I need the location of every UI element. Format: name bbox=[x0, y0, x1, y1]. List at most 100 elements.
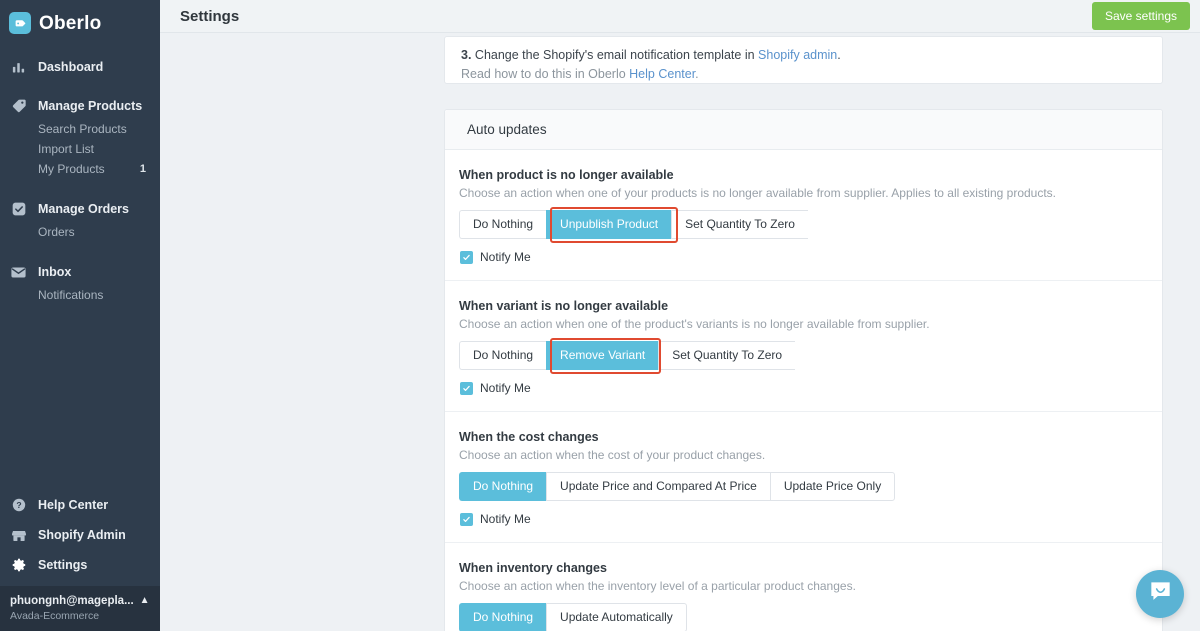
nav-group-manage-orders: Manage Orders Orders bbox=[0, 196, 160, 242]
sidebar-item-label: Dashboard bbox=[38, 60, 104, 74]
nav-group-inbox: Inbox Notifications bbox=[0, 259, 160, 305]
notify-me-checkbox[interactable] bbox=[460, 512, 473, 526]
nav-group-dashboard: Dashboard bbox=[0, 54, 160, 80]
sidebar-item-my-products[interactable]: My Products 1 bbox=[0, 159, 160, 179]
auto-updates-title: Auto updates bbox=[467, 122, 547, 137]
segmented-control: Do Nothing Remove Variant Set Quantity T… bbox=[459, 338, 796, 374]
sidebar-item-label: Manage Orders bbox=[38, 202, 130, 216]
sidebar-bottom-nav: ? Help Center Shopify Admin Settings bbox=[0, 490, 160, 586]
gear-icon bbox=[9, 556, 28, 575]
user-email: phuongnh@magepla... bbox=[10, 594, 134, 607]
segmented-control: Do Nothing Update Automatically bbox=[459, 603, 687, 631]
auto-updates-card: Auto updates When product is no longer a… bbox=[444, 109, 1163, 631]
segmented-control: Do Nothing Update Price and Compared At … bbox=[459, 472, 896, 501]
email-notification-card: 3. Change the Shopify's email notificati… bbox=[444, 36, 1163, 84]
setting-description: Choose an action when one of your produc… bbox=[459, 186, 1057, 200]
user-account-box[interactable]: phuongnh@magepla... ▲ Avada-Ecommerce bbox=[0, 586, 160, 631]
sidebar-item-import-list[interactable]: Import List bbox=[0, 139, 160, 159]
main-area: Settings Save settings 3. Change the Sho… bbox=[160, 0, 1200, 631]
sidebar-item-shopify-admin[interactable]: Shopify Admin bbox=[0, 520, 160, 550]
tag-icon bbox=[9, 97, 28, 116]
setting-title: When inventory changes bbox=[459, 561, 607, 575]
brand-name: Oberlo bbox=[39, 12, 102, 34]
sidebar-nav: Dashboard Manage Products Search Product… bbox=[0, 54, 160, 490]
segment-option[interactable]: Update Price and Compared At Price bbox=[546, 472, 770, 501]
segment-option[interactable]: Set Quantity To Zero bbox=[671, 210, 808, 239]
app-root: Oberlo Dashboard Manage Products Search … bbox=[0, 0, 1200, 631]
segment-option[interactable]: Do Nothing bbox=[459, 210, 547, 239]
top-bar: Settings Save settings bbox=[160, 0, 1200, 33]
email-line1-after: . bbox=[837, 48, 841, 62]
check-square-icon bbox=[9, 200, 28, 219]
notify-me-row[interactable]: Notify Me bbox=[460, 250, 1140, 264]
segment-option[interactable]: Remove Variant bbox=[546, 341, 659, 370]
chat-bubble-icon bbox=[1148, 579, 1173, 609]
sidebar-item-dashboard[interactable]: Dashboard bbox=[0, 54, 160, 80]
email-help-line: Read how to do this in Oberlo Help Cente… bbox=[461, 65, 1146, 84]
segment-option[interactable]: Update Automatically bbox=[546, 603, 687, 631]
oberlo-tag-icon bbox=[9, 12, 31, 34]
sidebar-item-search-products[interactable]: Search Products bbox=[0, 119, 160, 139]
help-center-link[interactable]: Help Center bbox=[629, 67, 695, 81]
setting-variant-unavailable: When variant is no longer available Choo… bbox=[445, 281, 1162, 412]
segment-option[interactable]: Update Price Only bbox=[769, 472, 896, 501]
bar-chart-icon bbox=[9, 58, 28, 77]
setting-description: Choose an action when the inventory leve… bbox=[459, 579, 856, 593]
notify-me-label: Notify Me bbox=[480, 512, 531, 526]
setting-description: Choose an action when one of the product… bbox=[459, 317, 930, 331]
notify-me-row[interactable]: Notify Me bbox=[460, 512, 1140, 526]
setting-title: When variant is no longer available bbox=[459, 299, 669, 313]
email-line1-before: Change the Shopify's email notification … bbox=[471, 48, 759, 62]
sidebar-item-help-center[interactable]: ? Help Center bbox=[0, 490, 160, 520]
sidebar-subitem-label: Search Products bbox=[38, 122, 127, 136]
setting-product-unavailable: When product is no longer available Choo… bbox=[445, 150, 1162, 281]
question-circle-icon: ? bbox=[9, 496, 28, 515]
notify-me-label: Notify Me bbox=[480, 250, 531, 264]
envelope-icon bbox=[9, 263, 28, 282]
notify-me-label: Notify Me bbox=[480, 381, 531, 395]
segment-option[interactable]: Set Quantity To Zero bbox=[658, 341, 796, 370]
segment-option[interactable]: Unpublish Product bbox=[546, 210, 672, 239]
sidebar-subitem-label: Orders bbox=[38, 225, 75, 239]
sidebar-item-inbox[interactable]: Inbox bbox=[0, 259, 160, 285]
sidebar-item-settings[interactable]: Settings bbox=[0, 550, 160, 580]
chevron-up-icon[interactable]: ▲ bbox=[140, 595, 150, 606]
sidebar-item-label: Help Center bbox=[38, 498, 109, 512]
sidebar-item-manage-products[interactable]: Manage Products bbox=[0, 93, 160, 119]
svg-text:?: ? bbox=[16, 500, 21, 510]
notify-me-checkbox[interactable] bbox=[460, 381, 473, 395]
brand-logo[interactable]: Oberlo bbox=[0, 0, 160, 37]
email-step-line: 3. Change the Shopify's email notificati… bbox=[461, 46, 1146, 65]
page-title: Settings bbox=[180, 7, 240, 25]
segmented-control: Do Nothing Unpublish Product Set Quantit… bbox=[459, 207, 808, 243]
email-line2-before: Read how to do this in Oberlo bbox=[461, 67, 630, 81]
shopify-admin-link[interactable]: Shopify admin bbox=[758, 48, 837, 62]
settings-scroll-region[interactable]: 3. Change the Shopify's email notificati… bbox=[160, 33, 1200, 631]
sidebar-item-label: Settings bbox=[38, 558, 88, 572]
setting-title: When the cost changes bbox=[459, 430, 599, 444]
chat-launcher-button[interactable] bbox=[1136, 570, 1184, 618]
sidebar-subitem-label: Import List bbox=[38, 142, 95, 156]
setting-cost-changes: When the cost changes Choose an action w… bbox=[445, 412, 1162, 543]
sidebar-subitem-label: My Products bbox=[38, 162, 105, 176]
sidebar-item-label: Manage Products bbox=[38, 99, 143, 113]
notify-me-row[interactable]: Notify Me bbox=[460, 381, 1140, 395]
segment-option[interactable]: Do Nothing bbox=[459, 472, 547, 501]
sidebar-item-label: Inbox bbox=[38, 265, 72, 279]
sidebar-item-orders[interactable]: Orders bbox=[0, 222, 160, 242]
segment-option[interactable]: Do Nothing bbox=[459, 341, 547, 370]
sidebar-item-notifications[interactable]: Notifications bbox=[0, 285, 160, 305]
setting-inventory-changes: When inventory changes Choose an action … bbox=[445, 543, 1162, 631]
email-step-number: 3. bbox=[461, 48, 472, 62]
nav-group-manage-products: Manage Products Search Products Import L… bbox=[0, 93, 160, 179]
segment-option[interactable]: Do Nothing bbox=[459, 603, 547, 631]
setting-title: When product is no longer available bbox=[459, 168, 674, 182]
sidebar-item-manage-orders[interactable]: Manage Orders bbox=[0, 196, 160, 222]
sidebar-subitem-label: Notifications bbox=[38, 288, 104, 302]
user-store-name: Avada-Ecommerce bbox=[10, 609, 100, 622]
notify-me-checkbox[interactable] bbox=[460, 250, 473, 264]
email-line2-after: . bbox=[695, 67, 699, 81]
store-icon bbox=[9, 526, 28, 545]
save-settings-button[interactable]: Save settings bbox=[1091, 2, 1190, 30]
auto-updates-header: Auto updates bbox=[445, 110, 1162, 150]
